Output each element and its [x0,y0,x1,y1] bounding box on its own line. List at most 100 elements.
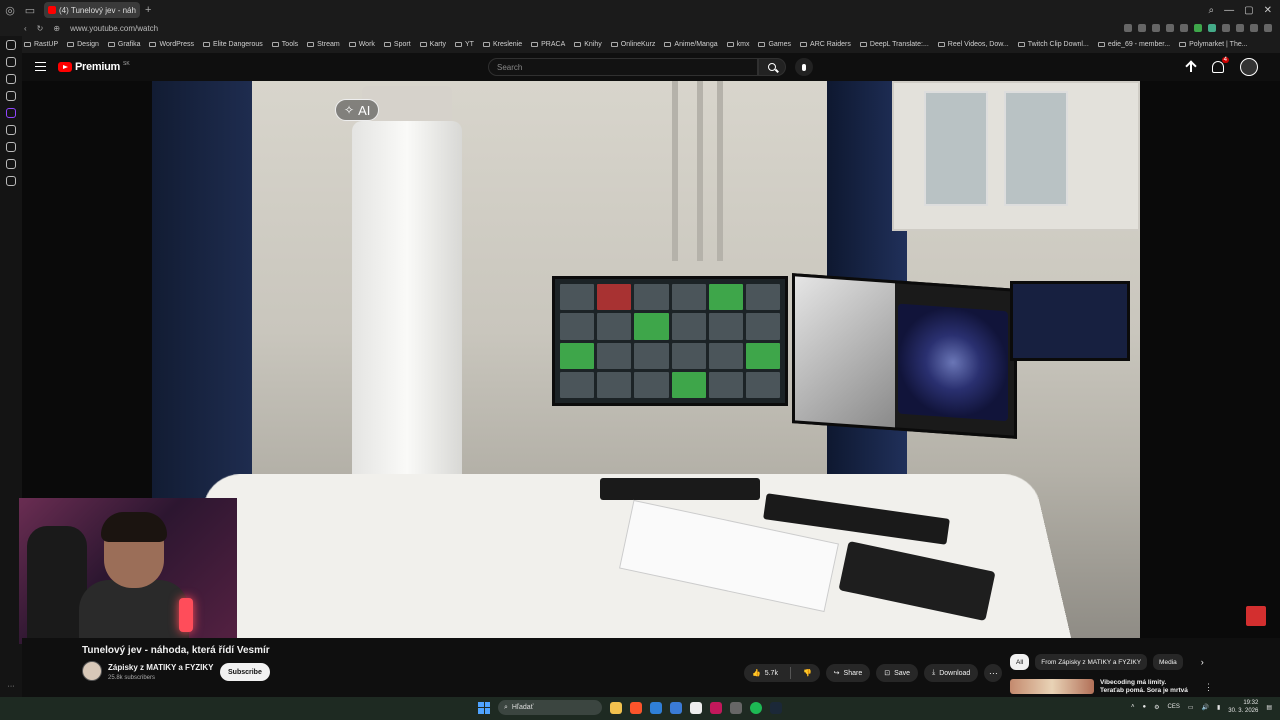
twitch-icon[interactable] [6,108,16,118]
search-input[interactable]: Search [488,58,758,76]
browser-menu-icon[interactable]: ◎ [0,0,20,20]
taskbar-search[interactable]: ⌕ Hľadať [498,700,602,715]
chip-media[interactable]: Media [1153,654,1183,670]
subscribe-watermark-icon[interactable] [1246,606,1266,626]
extension-icon[interactable] [6,142,16,152]
app-icon[interactable] [650,702,662,714]
site-info-icon[interactable]: ⊕ [53,24,60,33]
bookmark-item[interactable]: Kreslenie [483,41,522,48]
bookmark-item[interactable]: Karty [420,41,446,48]
maximize-icon[interactable]: ▢ [1244,5,1253,16]
minimize-icon[interactable]: — [1224,5,1234,16]
share-button[interactable]: ↪ Share [826,664,871,682]
app-icon[interactable] [670,702,682,714]
extension-icon[interactable] [1236,24,1244,32]
url-field[interactable]: www.youtube.com/watch [70,24,158,33]
dislike-button[interactable]: 👎 [795,664,820,682]
bookmark-item[interactable]: kmx [727,41,750,48]
bookmark-item[interactable]: ARC Raiders [800,41,851,48]
bookmark-item[interactable]: Stream [307,41,340,48]
video-frame[interactable]: ✧ AI [152,81,1140,638]
account-avatar[interactable] [1240,58,1258,76]
language-indicator[interactable]: CES [1167,704,1179,710]
more-actions-button[interactable]: ··· [984,664,1002,682]
voice-search-button[interactable] [795,58,813,76]
sidebar-toggle-icon[interactable]: ▭ [20,0,40,20]
file-explorer-icon[interactable] [610,702,622,714]
bookmark-item[interactable]: Reel Videos, Dow... [938,41,1009,48]
clock[interactable]: 19:32 30. 3. 2026 [1228,699,1258,715]
bookmark-item[interactable]: Anime/Manga [664,41,717,48]
play-icon[interactable] [6,125,16,135]
bookmark-item[interactable]: Work [349,41,375,48]
extension-icon[interactable] [1208,24,1216,32]
extension-icon[interactable] [1194,24,1202,32]
extension-icon[interactable] [1250,24,1258,32]
app-icon[interactable] [710,702,722,714]
spotify-icon[interactable] [750,702,762,714]
extension-icon[interactable] [6,176,16,186]
notifications-icon[interactable]: ▤ [1266,704,1272,711]
extension-icon[interactable] [1138,24,1146,32]
more-options-icon[interactable]: ⋮ [1204,682,1213,693]
bookmark-item[interactable]: Polymarket | The... [1179,41,1248,48]
gpt-icon[interactable] [6,40,16,50]
notes-icon[interactable] [690,702,702,714]
extension-icon[interactable] [1124,24,1132,32]
youtube-logo[interactable]: Premium SK [58,61,130,73]
download-button[interactable]: ⤓ Download [924,664,978,682]
back-icon[interactable]: ‹ [24,24,27,33]
chatgpt-icon[interactable] [730,702,742,714]
search-button[interactable] [758,58,786,76]
channel-name[interactable]: Zápisky z MATIKY a FYZIKY [108,663,214,672]
menu-icon[interactable] [1264,24,1272,32]
close-icon[interactable]: ✕ [1264,5,1272,16]
shield-icon[interactable] [1152,24,1160,32]
reload-icon[interactable]: ↻ [37,24,44,33]
bookmark-item[interactable]: Tools [272,41,298,48]
chevron-right-icon[interactable]: › [1201,657,1204,667]
bookmark-item[interactable]: Grafika [108,41,141,48]
channel-avatar[interactable] [82,661,102,681]
volume-icon[interactable]: 🔊 [1202,704,1209,711]
notifications-bell-icon[interactable]: 4 [1212,61,1224,73]
extension-icon[interactable] [1166,24,1174,32]
bookmark-item[interactable]: Elite Dangerous [203,41,263,48]
bookmark-item[interactable]: RastUP [24,41,58,48]
bookmark-item[interactable]: Twitch Clip Downl... [1018,41,1089,48]
new-tab-icon[interactable]: + [145,4,151,16]
recommended-video[interactable]: Vibecoding má limity. Teraťab pomá. Sora… [1010,679,1190,694]
bookmark-item[interactable]: YT [455,41,474,48]
bookmark-item[interactable]: WordPress [149,41,194,48]
network-icon[interactable]: ▭ [1188,704,1194,711]
bookmark-item[interactable]: Knihy [574,41,602,48]
extension-icon[interactable] [6,57,16,67]
windows-start-icon[interactable] [478,702,490,714]
more-icon[interactable]: ··· [8,683,15,690]
chevron-up-icon[interactable]: ˄ [1131,704,1135,710]
bookmark-item[interactable]: PRACA [531,41,565,48]
app-tray-icon[interactable]: ⚙ [1154,704,1159,711]
bookmark-item[interactable]: Sport [384,41,411,48]
recommended-thumbnail[interactable] [1010,679,1094,694]
microphone-icon[interactable]: ● [1142,704,1146,710]
like-button[interactable]: 👍 5.7k [744,664,786,682]
brave-browser-icon[interactable] [630,702,642,714]
extension-icon[interactable] [6,74,16,84]
chip-from-channel[interactable]: From Zápisky z MATIKY a FYZIKY [1035,654,1147,670]
chip-all[interactable]: All [1010,654,1029,670]
steam-icon[interactable] [770,702,782,714]
ai-badge[interactable]: ✧ AI [335,99,379,121]
bookmark-item[interactable]: Design [67,41,99,48]
bookmark-item[interactable]: edie_69 - member... [1098,41,1170,48]
extension-icon[interactable] [6,91,16,101]
extension-icon[interactable] [6,159,16,169]
extension-icon[interactable] [1222,24,1230,32]
subscribe-button[interactable]: Subscribe [220,663,270,681]
upload-icon[interactable] [1186,61,1196,73]
bookmark-item[interactable]: OnlineKurz [611,41,656,48]
battery-icon[interactable]: ▮ [1217,704,1220,711]
recommended-title[interactable]: Vibecoding má limity. Teraťab pomá. Sora… [1100,679,1190,694]
hamburger-menu-icon[interactable] [35,62,46,71]
bookmark-item[interactable]: Games [758,41,791,48]
